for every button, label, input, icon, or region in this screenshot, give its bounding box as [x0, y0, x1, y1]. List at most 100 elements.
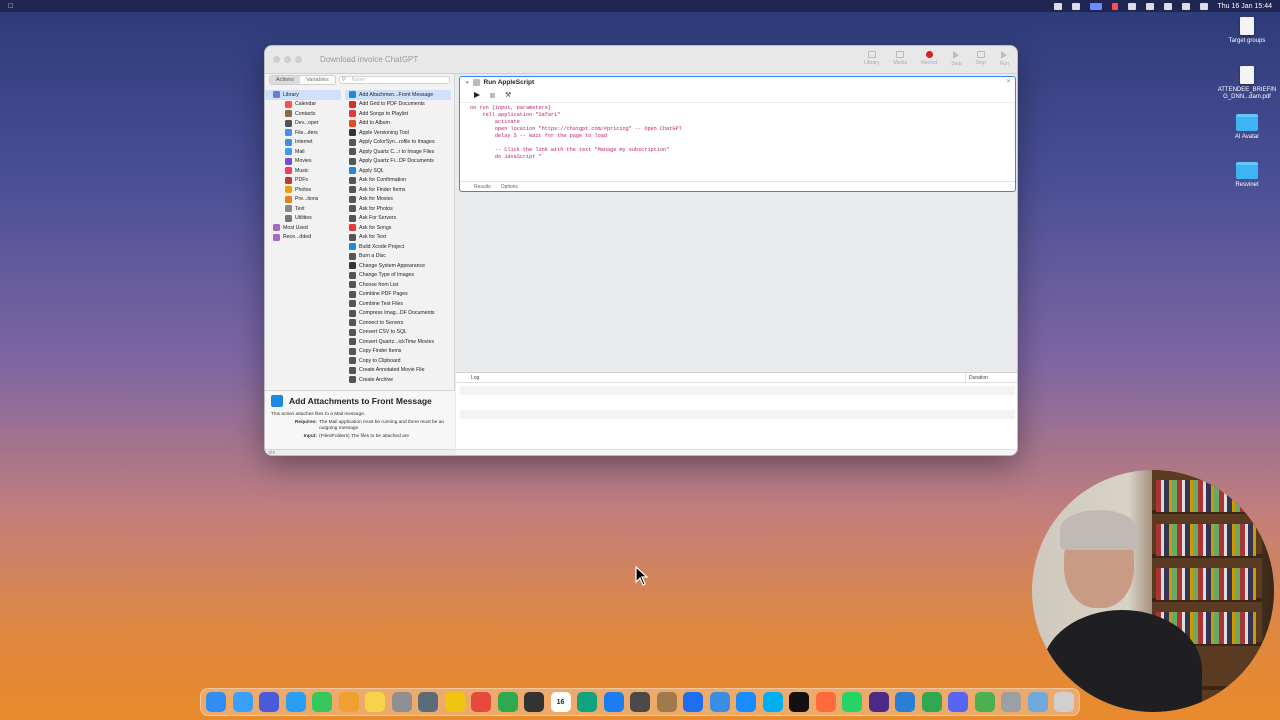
collapse-triangle-icon[interactable]: ▾ [466, 80, 469, 86]
action-list-item[interactable]: Convert CSV to SQL [345, 328, 451, 338]
volume-icon[interactable] [1071, 2, 1080, 10]
action-list-item[interactable]: Combine PDF Pages [345, 290, 451, 300]
duration-column-header[interactable]: Duration [965, 373, 988, 383]
dock-system-settings-icon[interactable] [391, 692, 412, 712]
category-item[interactable]: Mail [265, 147, 341, 157]
category-item[interactable]: Most Used [265, 223, 341, 233]
action-list-item[interactable]: Change System Appearance [345, 261, 451, 271]
action-list-item[interactable]: Build Xcode Project [345, 242, 451, 252]
dock-tes-icon[interactable] [444, 692, 465, 712]
minimize-window-button[interactable] [284, 56, 291, 63]
action-list-item[interactable]: Ask for Photos [345, 204, 451, 214]
dock-discord-icon[interactable] [948, 692, 968, 712]
settings-menu-icon[interactable]: ⚙▾ [268, 450, 275, 455]
dock-script-editor-icon[interactable] [1001, 692, 1021, 712]
desktop-file-target-groups[interactable]: Target groups [1217, 17, 1277, 45]
action-list-item[interactable]: Connect to Servers [345, 318, 451, 328]
dock-mail-icon[interactable] [232, 692, 253, 712]
media-button[interactable]: Media [893, 51, 907, 67]
results-tab[interactable]: Results [474, 184, 491, 190]
record-indicator-icon[interactable] [1111, 2, 1118, 10]
action-list-item[interactable]: Copy to Clipboard [345, 356, 451, 366]
action-list-item[interactable]: Ask For Servers [345, 214, 451, 224]
action-list-item[interactable]: Apply ColorSyn...rofile to Images [345, 138, 451, 148]
dock-app-store-icon[interactable] [736, 692, 756, 712]
bluetooth-icon[interactable] [1145, 2, 1154, 10]
action-list-item[interactable]: Ask for Movies [345, 195, 451, 205]
dock-xcode-icon[interactable] [603, 692, 624, 712]
action-list-item[interactable]: Apply SQL [345, 166, 451, 176]
category-item[interactable]: Text [265, 204, 341, 214]
dock-archive-icon[interactable] [656, 692, 677, 712]
action-list-item[interactable]: Compress Imag...DF Documents [345, 309, 451, 319]
category-item[interactable]: Dev...oper [265, 119, 341, 129]
dock-charts-icon[interactable] [921, 692, 942, 712]
library-button[interactable]: Library [864, 51, 879, 67]
category-item[interactable]: Movies [265, 157, 341, 167]
action-list-item[interactable]: Change Type of Images [345, 271, 451, 281]
dock-tools-icon[interactable] [895, 692, 915, 712]
desktop-file-attendee-briefing[interactable]: ATTENDEE_BRIEFING_DNN...dam.pdf [1217, 66, 1277, 101]
dock-app2-icon[interactable] [868, 692, 889, 712]
category-item[interactable]: Music [265, 166, 341, 176]
action-list-item[interactable]: Ask for Confirmation [345, 176, 451, 186]
run-button[interactable]: Run [1000, 51, 1009, 67]
category-item[interactable]: Contacts [265, 109, 341, 119]
compile-hammer-icon[interactable]: ⚒ [505, 91, 511, 99]
dock-automator-icon[interactable] [418, 692, 438, 712]
action-list-item[interactable]: Ask for Finder Items [345, 185, 451, 195]
action-list-item[interactable]: Create Annotated Movie File [345, 366, 451, 376]
action-list-item[interactable]: Ask for Text [345, 233, 451, 243]
dock-vpn-icon[interactable] [683, 692, 703, 712]
dock-whatsapp-icon[interactable] [842, 692, 862, 712]
dock-messages-icon[interactable] [312, 692, 332, 712]
action-list-item[interactable]: Apply Quartz Fi...DF Documents [345, 157, 451, 167]
zoom-window-button[interactable] [295, 56, 302, 63]
action-list-item[interactable]: Burn a Disc [345, 252, 451, 262]
action-list-item[interactable]: Create Archive [345, 375, 451, 385]
desktop-folder-ai-avatar[interactable]: AI Avatar [1217, 114, 1277, 141]
dock-todo-icon[interactable] [259, 692, 279, 712]
dock-clock-icon[interactable] [815, 692, 836, 712]
dock-photos-icon[interactable] [338, 692, 359, 712]
dock-sublime-icon[interactable] [630, 692, 650, 712]
action-list-item[interactable]: Add Grid to PDF Documents [345, 100, 451, 110]
action-list-item[interactable]: Copy Finder Items [345, 347, 451, 357]
action-list-item[interactable]: Apple Versioning Tool [345, 128, 451, 138]
log-column-header[interactable]: Log [456, 375, 479, 381]
dock-safari-icon[interactable] [285, 692, 306, 712]
dock-calculator-icon[interactable] [524, 692, 544, 712]
action-list-item[interactable]: Apply Quartz C...r to Image Files [345, 147, 451, 157]
dock-finder-icon[interactable] [206, 692, 226, 712]
category-item[interactable]: Library [265, 90, 341, 100]
tab-variables[interactable]: Variables [300, 76, 335, 84]
category-item[interactable]: Internet [265, 138, 341, 148]
record-button[interactable]: Record [921, 51, 937, 67]
stop-button[interactable]: Stop [976, 51, 986, 67]
wifi-icon[interactable] [1163, 2, 1172, 10]
control-center-icon[interactable] [1199, 2, 1208, 10]
category-item[interactable]: File...ders [265, 128, 341, 138]
action-list-item[interactable]: Convert Quartz...ickTime Movies [345, 337, 451, 347]
options-tab[interactable]: Options [501, 184, 518, 190]
apple-icon[interactable]:  [8, 3, 13, 10]
status-icon[interactable] [1053, 2, 1062, 10]
action-list-item[interactable]: Ask for Songs [345, 223, 451, 233]
screen-record-icon[interactable] [1089, 2, 1102, 10]
action-list-item[interactable]: Add to Album [345, 119, 451, 129]
dock-notes-icon[interactable] [365, 692, 385, 712]
stop-script-icon[interactable] [490, 92, 495, 98]
script-editor[interactable]: on run {input, parameters} tell applicat… [460, 102, 1015, 162]
category-item[interactable]: PDFs [265, 176, 341, 186]
dock-capcut-icon[interactable] [789, 692, 809, 712]
category-item[interactable]: Utilities [265, 214, 341, 224]
dock-maps-icon[interactable] [974, 692, 995, 712]
dock-preview-icon[interactable] [709, 692, 730, 712]
action-search-input[interactable]: ⚲ Name [338, 76, 450, 84]
category-item[interactable]: Pre...tions [265, 195, 341, 205]
dock-skype-icon[interactable] [762, 692, 783, 712]
step-button[interactable]: Step [951, 51, 962, 67]
category-item[interactable]: Photos [265, 185, 341, 195]
dock-numbers-icon[interactable] [497, 692, 518, 712]
action-list-item[interactable]: Add Songs to Playlist [345, 109, 451, 119]
